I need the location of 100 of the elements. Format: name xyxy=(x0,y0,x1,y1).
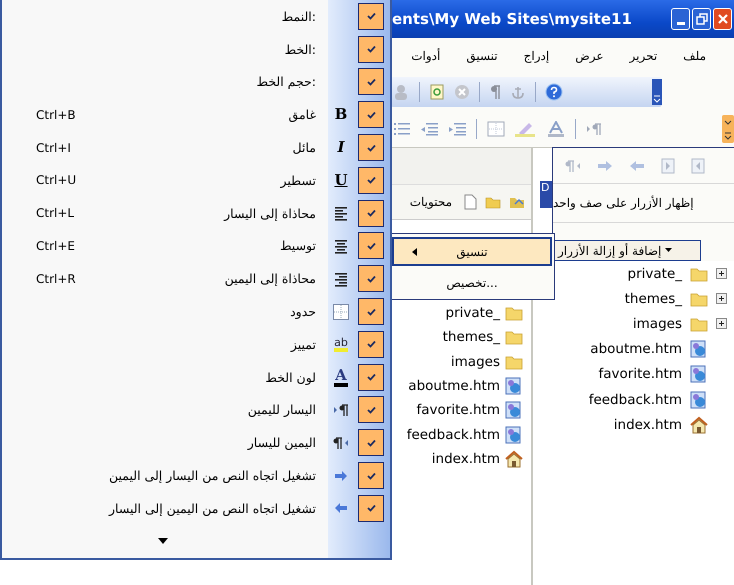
expand-icon[interactable] xyxy=(716,318,727,330)
outdent-icon[interactable] xyxy=(420,122,438,136)
toolbar-options-icon[interactable] xyxy=(652,78,662,104)
folder-icon xyxy=(505,354,523,370)
menu-item[interactable]: تسطير xyxy=(280,172,316,188)
checkbox[interactable] xyxy=(358,265,384,292)
menu-item[interactable]: إظهار الأزرار على صف واحد xyxy=(553,196,694,210)
menu-item[interactable]: عرض xyxy=(575,48,604,62)
arrow-right-icon xyxy=(334,470,348,482)
add-remove-buttons-item[interactable]: إضافة أو إزالة الأزرار xyxy=(553,240,701,261)
left-to-right-icon xyxy=(333,402,349,417)
expand-arrow-icon[interactable] xyxy=(158,538,168,544)
menu-item[interactable]: تخصيص... xyxy=(392,270,552,295)
menu-item[interactable]: ملف xyxy=(683,48,706,62)
checkbox[interactable] xyxy=(358,232,384,260)
menu-item[interactable]: أدوات xyxy=(411,48,440,62)
file-name[interactable]: aboutme.htm xyxy=(590,341,682,358)
checkbox[interactable] xyxy=(358,200,384,227)
minimize-button[interactable] xyxy=(671,8,690,30)
checkbox[interactable] xyxy=(358,494,384,522)
menu-item[interactable]: تحرير xyxy=(630,48,658,62)
page-refresh-icon[interactable] xyxy=(429,84,445,100)
checkbox[interactable] xyxy=(358,396,384,424)
file-name[interactable]: index.htm xyxy=(614,416,682,433)
file-name[interactable]: private_ xyxy=(628,266,682,282)
folder-icon xyxy=(690,266,708,282)
restore-icon xyxy=(696,13,708,25)
menu-item[interactable]: تمييز xyxy=(290,336,316,352)
home-icon xyxy=(690,416,708,434)
checkbox[interactable] xyxy=(358,101,384,128)
menu-item[interactable]: تشغيل اتجاه النص من اليمين إلى اليسار xyxy=(108,500,316,516)
checkbox[interactable] xyxy=(358,330,384,358)
menu-item[interactable]: الخط: xyxy=(284,42,316,57)
check-icon xyxy=(366,12,376,20)
menu-item[interactable]: تشغيل اتجاه النص من اليسار إلى اليمين xyxy=(108,468,316,484)
check-icon xyxy=(366,274,376,283)
check-icon xyxy=(366,110,376,119)
menu-item[interactable]: حدود xyxy=(290,304,316,320)
web-page-icon xyxy=(690,390,708,409)
menu-item[interactable]: تنسيق xyxy=(466,48,498,62)
menu-item[interactable]: مائل xyxy=(292,140,316,156)
close-button[interactable] xyxy=(713,8,732,30)
file-name[interactable]: aboutme.htm xyxy=(408,378,500,394)
pane-title: محتويات xyxy=(410,195,452,209)
pilcrow-icon[interactable] xyxy=(489,84,501,100)
menu-item[interactable]: تنسيق xyxy=(392,237,552,266)
indent-icon[interactable] xyxy=(448,122,466,136)
checkbox[interactable] xyxy=(358,36,384,63)
file-name[interactable]: images xyxy=(632,316,682,332)
file-name[interactable]: favorite.htm xyxy=(598,366,682,382)
menu-item[interactable]: غامق xyxy=(288,107,316,122)
folder-icon xyxy=(690,316,708,332)
file-name[interactable]: index.htm xyxy=(432,450,500,467)
file-name[interactable]: private_ xyxy=(446,305,500,322)
menu-item[interactable]: محاذاة إلى اليمين xyxy=(224,271,316,286)
menu-item[interactable]: توسيط xyxy=(280,238,316,254)
checkbox[interactable] xyxy=(358,298,384,326)
menu-item[interactable]: لون الخط xyxy=(265,370,316,385)
checkbox[interactable] xyxy=(358,429,384,456)
right-to-left-icon xyxy=(333,436,349,450)
file-name[interactable]: favorite.htm xyxy=(416,402,500,418)
check-icon xyxy=(366,340,376,348)
check-icon xyxy=(366,176,376,184)
file-name[interactable]: themes_ xyxy=(624,290,682,307)
list-icon[interactable] xyxy=(394,122,410,136)
checkbox[interactable] xyxy=(358,364,384,391)
checkbox[interactable] xyxy=(358,68,384,96)
document-tab[interactable]: D xyxy=(540,181,552,208)
minimize-icon xyxy=(676,22,684,24)
submenu-arrow-icon xyxy=(412,248,417,256)
checkbox[interactable] xyxy=(358,2,384,30)
file-name[interactable]: themes_ xyxy=(442,329,500,346)
file-name[interactable]: feedback.htm xyxy=(406,426,500,443)
check-icon xyxy=(366,209,376,218)
help-icon[interactable] xyxy=(545,82,563,100)
check-icon xyxy=(366,45,376,54)
menu-item[interactable]: حجم الخط: xyxy=(256,74,316,90)
shortcut: Ctrl+U xyxy=(36,173,76,188)
menu-item[interactable]: محاذاة إلى اليسار xyxy=(224,206,316,221)
checkbox[interactable] xyxy=(358,134,384,162)
new-page-icon[interactable] xyxy=(464,194,477,210)
file-name[interactable]: images xyxy=(450,354,500,370)
menu-item[interactable]: إدراج xyxy=(524,48,550,62)
menu-item[interactable]: اليسار لليمين xyxy=(248,402,316,418)
align-left-icon xyxy=(333,205,349,222)
check-icon xyxy=(366,438,376,447)
checkbox[interactable] xyxy=(358,166,384,194)
toolbar-options-icon[interactable] xyxy=(722,114,734,142)
expand-icon[interactable] xyxy=(716,268,727,280)
menu-item[interactable]: النمط: xyxy=(282,8,316,24)
file-name[interactable]: feedback.htm xyxy=(588,392,682,408)
caret-icon xyxy=(665,248,672,253)
checkbox[interactable] xyxy=(358,462,384,490)
restore-button[interactable] xyxy=(692,8,711,30)
bold-icon: B xyxy=(334,107,348,122)
close-icon xyxy=(716,13,728,25)
menu-item[interactable]: اليمين لليسار xyxy=(248,435,316,450)
check-icon xyxy=(366,78,376,86)
font-color-icon[interactable] xyxy=(547,120,565,136)
expand-icon[interactable] xyxy=(716,293,727,304)
